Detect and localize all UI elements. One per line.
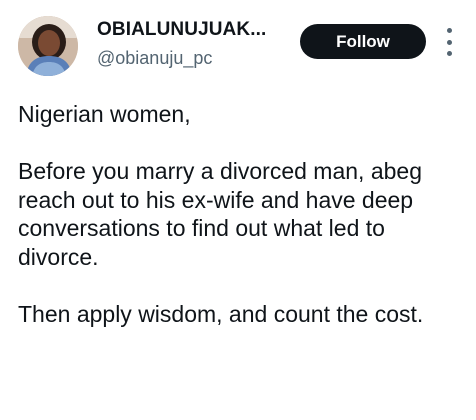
author-display-name[interactable]: OBIALUNUJUAK... xyxy=(97,19,266,41)
more-dot xyxy=(446,51,452,56)
author-handle[interactable]: @obianuju_pc xyxy=(97,48,212,69)
more-dot xyxy=(446,28,452,33)
follow-button[interactable]: Follow xyxy=(300,24,426,59)
more-dot xyxy=(446,39,452,45)
tweet-card: OBIALUNUJUAK... @obianuju_pc Follow Nige… xyxy=(0,0,476,420)
avatar[interactable] xyxy=(18,16,78,76)
tweet-paragraph: Before you marry a divorced man, abeg re… xyxy=(18,158,422,270)
more-vertical-icon[interactable] xyxy=(440,28,458,56)
tweet-paragraph: Then apply wisdom, and count the cost. xyxy=(18,300,424,327)
tweet-text: Nigerian women, Before you marry a divor… xyxy=(18,100,463,328)
tweet-paragraph: Nigerian women, xyxy=(18,101,191,127)
avatar-image xyxy=(18,16,78,76)
